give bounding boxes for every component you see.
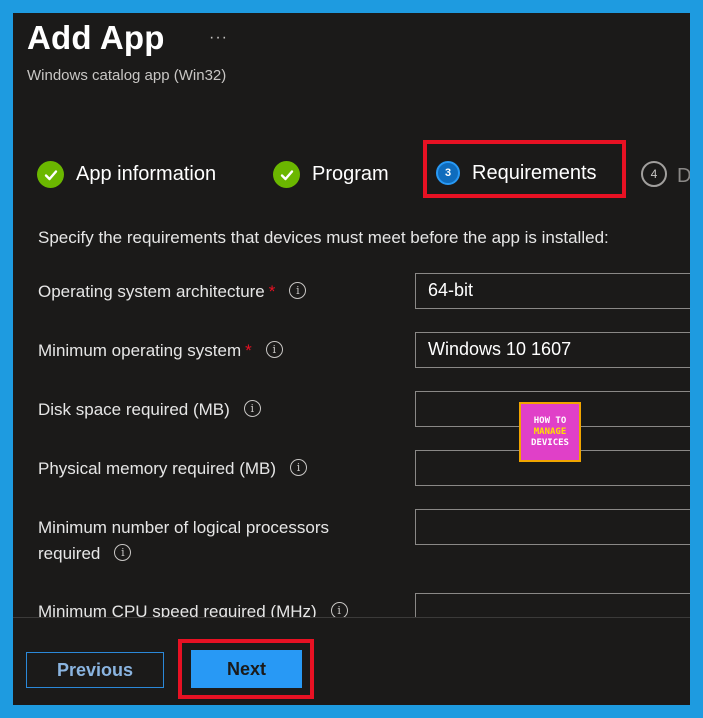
info-icon[interactable]: i bbox=[289, 282, 307, 300]
required-marker: * bbox=[268, 282, 276, 301]
os-architecture-dropdown[interactable]: 64-bit bbox=[415, 273, 690, 309]
next-highlight-box bbox=[178, 639, 314, 699]
required-marker: * bbox=[245, 341, 252, 360]
step-app-information[interactable]: App information bbox=[37, 161, 216, 188]
info-icon[interactable]: i bbox=[114, 544, 132, 562]
requirements-highlight-box bbox=[423, 140, 626, 198]
minimum-os-dropdown[interactable]: Windows 10 1607 bbox=[415, 332, 690, 368]
field-label-disk-space: Disk space required (MB) i bbox=[38, 397, 261, 423]
label-text-line1: Minimum number of logical processors bbox=[38, 518, 329, 537]
field-label-minimum-os: Minimum operating system * i bbox=[38, 338, 283, 364]
step-label: Program bbox=[312, 163, 389, 185]
label-text: Physical memory required (MB) bbox=[38, 459, 277, 478]
step-number-icon: 4 bbox=[641, 161, 667, 187]
label-text: Minimum operating system bbox=[38, 341, 242, 360]
label-text: Operating system architecture bbox=[38, 282, 265, 301]
previous-button[interactable]: Previous bbox=[26, 652, 164, 688]
field-label-logical-processors: Minimum number of logical processors req… bbox=[38, 515, 329, 567]
field-label-os-architecture: Operating system architecture * i bbox=[38, 279, 307, 305]
field-label-physical-memory: Physical memory required (MB) i bbox=[38, 456, 308, 482]
logo-line-2: MANAGE bbox=[533, 426, 567, 437]
page-title: Add App bbox=[27, 19, 165, 56]
more-options-icon[interactable]: ··· bbox=[209, 29, 228, 47]
logo-line-3: DEVICES bbox=[531, 437, 569, 448]
step-label-truncated: D bbox=[677, 165, 690, 187]
label-text: Disk space required (MB) bbox=[38, 400, 230, 419]
add-app-panel: Add App ··· Windows catalog app (Win32) … bbox=[13, 13, 690, 705]
label-text-line2: required bbox=[38, 544, 101, 563]
page-subtitle: Windows catalog app (Win32) bbox=[27, 67, 227, 84]
info-icon[interactable]: i bbox=[290, 459, 308, 477]
check-circle-icon bbox=[37, 161, 64, 188]
logo-line-1: HOW TO bbox=[533, 415, 567, 426]
howto-manage-devices-logo: HOW TO MANAGE DEVICES bbox=[519, 402, 581, 462]
logical-processors-input[interactable] bbox=[415, 509, 690, 545]
check-circle-icon bbox=[273, 161, 300, 188]
step-label: App information bbox=[76, 163, 217, 185]
step-4[interactable]: 4 bbox=[641, 161, 667, 187]
wizard-footer: Previous Next bbox=[13, 617, 690, 705]
step-program[interactable]: Program bbox=[273, 161, 389, 188]
info-icon[interactable]: i bbox=[265, 341, 283, 359]
info-icon[interactable]: i bbox=[243, 400, 261, 418]
requirements-description: Specify the requirements that devices mu… bbox=[38, 228, 609, 247]
